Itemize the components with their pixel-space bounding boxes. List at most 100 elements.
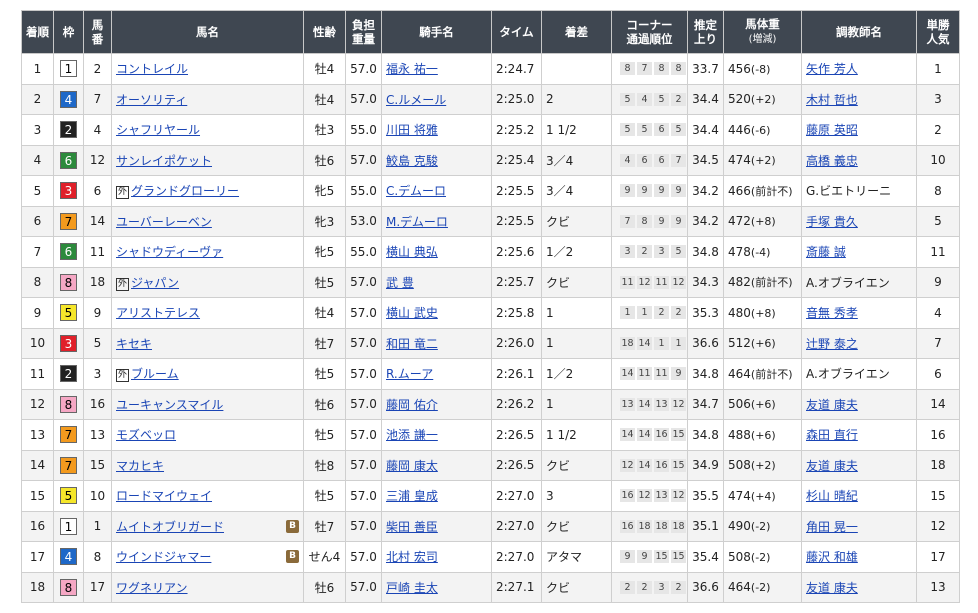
horse-number-cell: 17 (83, 571, 112, 603)
horse-name-link[interactable]: ワグネリアン (116, 581, 188, 595)
trainer-link[interactable]: 辻野 泰之 (806, 337, 858, 351)
horse-name-cell: アリストテレス (111, 297, 304, 329)
table-row: 14 7 15 マカヒキ 牡8 57.0 藤岡 康太 2:26.5 クビ 12 1… (21, 449, 960, 481)
horse-name-link[interactable]: シャドウディーヴァ (116, 245, 223, 259)
bodyweight-cell: 464(-2) (723, 571, 802, 603)
time-cell: 2:26.0 (491, 327, 542, 359)
corner-position: 16 (620, 489, 635, 503)
sexage-cell: 牡8 (303, 449, 346, 481)
jockey-link[interactable]: 横山 典弘 (386, 245, 438, 259)
bodyweight-value: 466 (728, 183, 751, 198)
corner-cell: 3235 (611, 236, 688, 268)
jockey-link[interactable]: 柴田 善臣 (386, 520, 438, 534)
margin-cell: クビ (541, 510, 612, 542)
trainer-link[interactable]: 斎藤 誠 (806, 245, 846, 259)
margin-cell: アタマ (541, 541, 612, 573)
waku-badge: 2 (60, 365, 77, 383)
trainer-link[interactable]: 手塚 貴久 (806, 215, 858, 229)
corner-position: 14 (637, 428, 652, 442)
jockey-link[interactable]: 北村 宏司 (386, 550, 438, 564)
horse-name-link[interactable]: ロードマイウェイ (116, 489, 212, 503)
header-jockey: 騎手名 (381, 10, 492, 54)
corner-position: 12 (671, 397, 686, 411)
trainer-link[interactable]: 高橋 義忠 (806, 154, 858, 168)
horse-name-link[interactable]: グランドグローリー (131, 184, 239, 198)
last3f-cell: 34.2 (687, 205, 724, 237)
jockey-link[interactable]: 藤岡 康太 (386, 459, 438, 473)
jockey-link[interactable]: 戸崎 圭太 (386, 581, 438, 595)
horse-number-cell: 7 (83, 83, 112, 115)
header-bodyweight: 馬体重 (増減) (723, 10, 802, 54)
trainer-link[interactable]: 杉山 晴紀 (806, 489, 858, 503)
waku-cell: 5 (53, 480, 84, 512)
jockey-link[interactable]: M.デムーロ (386, 215, 448, 229)
table-row: 2 4 7 オーソリティ 牡4 57.0 C.ルメール 2:25.0 2 545… (21, 83, 960, 115)
horse-name-link[interactable]: マカヒキ (116, 459, 164, 473)
horse-name-cell: ユーバーレーベン (111, 205, 304, 237)
waku-badge: 3 (60, 334, 77, 352)
popularity-cell: 13 (916, 571, 960, 603)
horse-name-link[interactable]: アリストテレス (116, 306, 200, 320)
table-row: 15 5 10 ロードマイウェイ 牡5 57.0 三浦 皇成 2:27.0 3 … (21, 480, 960, 512)
horse-name-link[interactable]: キセキ (116, 337, 152, 351)
weight-cell: 57.0 (345, 571, 382, 603)
jockey-cell: 池添 謙一 (381, 419, 492, 451)
trainer-link[interactable]: 角田 晃一 (806, 520, 858, 534)
jockey-cell: R.ムーア (381, 358, 492, 390)
corner-position: 5 (671, 123, 686, 137)
jockey-link[interactable]: R.ムーア (386, 367, 433, 381)
time-cell: 2:25.2 (491, 114, 542, 146)
bodyweight-value: 456 (728, 61, 751, 76)
jockey-link[interactable]: 池添 謙一 (386, 428, 438, 442)
horse-name-link[interactable]: ムイトオブリガード (116, 520, 224, 534)
trainer-link[interactable]: 矢作 芳人 (806, 62, 858, 76)
bodyweight-cell: 482(前計不) (723, 266, 802, 298)
time-cell: 2:25.0 (491, 83, 542, 115)
trainer-link[interactable]: 森田 直行 (806, 428, 858, 442)
jockey-link[interactable]: C.ルメール (386, 93, 446, 107)
header-margin: 着差 (541, 10, 612, 54)
weight-cell: 57.0 (345, 449, 382, 481)
horse-name-link[interactable]: シャフリヤール (116, 123, 200, 137)
jockey-link[interactable]: 和田 竜二 (386, 337, 438, 351)
sexage-cell: 牡4 (303, 83, 346, 115)
waku-cell: 4 (53, 541, 84, 573)
popularity-cell: 18 (916, 449, 960, 481)
jockey-link[interactable]: 藤岡 佑介 (386, 398, 438, 412)
rank-cell: 16 (21, 510, 54, 542)
trainer-link[interactable]: 友道 康夫 (806, 459, 858, 473)
trainer-link[interactable]: 藤原 英昭 (806, 123, 858, 137)
horse-name-link[interactable]: ジャパン (131, 276, 179, 290)
corner-position: 11 (637, 367, 652, 381)
corner-position: 9 (637, 550, 652, 564)
trainer-link[interactable]: 音無 秀孝 (806, 306, 858, 320)
horse-name-link[interactable]: ユーキャンスマイル (116, 398, 223, 412)
horse-name-link[interactable]: モズベッロ (116, 428, 176, 442)
horse-name-link[interactable]: ブルーム (131, 367, 179, 381)
horse-name-link[interactable]: ユーバーレーベン (116, 215, 212, 229)
jockey-link[interactable]: 横山 武史 (386, 306, 438, 320)
jockey-link[interactable]: 三浦 皇成 (386, 489, 438, 503)
jockey-link[interactable]: 川田 将雅 (386, 123, 438, 137)
corner-position: 14 (637, 397, 652, 411)
horse-name-link[interactable]: オーソリティ (116, 93, 187, 107)
trainer-link[interactable]: 木村 哲也 (806, 93, 858, 107)
rank-cell: 14 (21, 449, 54, 481)
rank-cell: 8 (21, 266, 54, 298)
jockey-link[interactable]: 鮫島 克駿 (386, 154, 438, 168)
jockey-link[interactable]: C.デムーロ (386, 184, 446, 198)
last3f-cell: 34.3 (687, 266, 724, 298)
waku-cell: 6 (53, 144, 84, 176)
trainer-link[interactable]: 藤沢 和雄 (806, 550, 858, 564)
trainer-link[interactable]: 友道 康夫 (806, 581, 858, 595)
sexage-cell: 牡7 (303, 327, 346, 359)
horse-name-link[interactable]: コントレイル (116, 62, 188, 76)
horse-name-link[interactable]: ウインドジャマー (116, 550, 211, 564)
waku-cell: 4 (53, 83, 84, 115)
jockey-link[interactable]: 武 豊 (386, 276, 414, 290)
horse-name-link[interactable]: サンレイポケット (116, 154, 212, 168)
trainer-link[interactable]: 友道 康夫 (806, 398, 858, 412)
bodyweight-diff: (-6) (750, 123, 771, 137)
weight-cell: 57.0 (345, 358, 382, 390)
jockey-link[interactable]: 福永 祐一 (386, 62, 438, 76)
